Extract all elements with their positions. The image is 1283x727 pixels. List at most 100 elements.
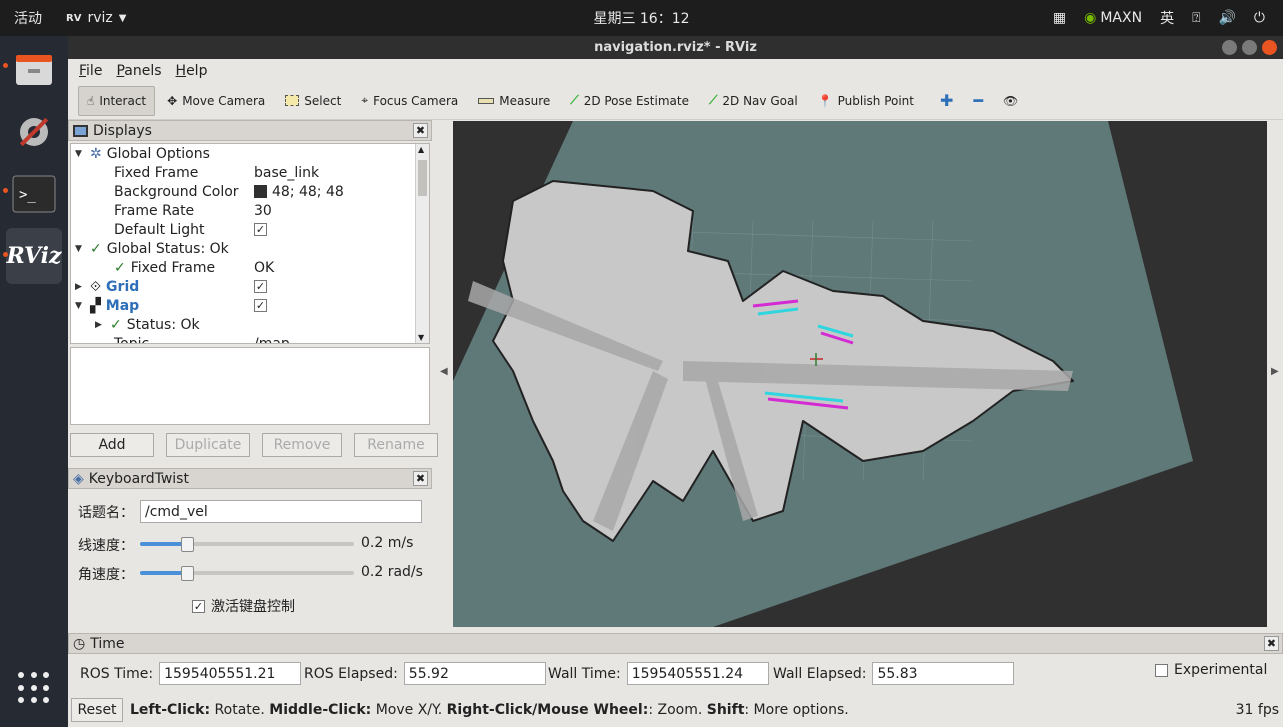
input-method[interactable]: 英	[1160, 8, 1174, 28]
close-panel-icon[interactable]: ✖	[1264, 636, 1279, 651]
tree-row-map[interactable]: ▼ ▞ Map ✓	[71, 296, 429, 315]
tool-publish-point[interactable]: 📍 Publish Point	[810, 86, 922, 116]
3d-viewport[interactable]	[453, 121, 1267, 627]
close-panel-icon[interactable]: ✖	[413, 123, 428, 138]
grid-tray-icon[interactable]: ▦	[1053, 10, 1066, 26]
help-desc: Move X/Y.	[371, 702, 447, 718]
wall-elapsed-field[interactable]: 55.83	[872, 662, 1015, 685]
expanded-arrow-icon[interactable]: ▼	[75, 244, 85, 254]
tree-row-default-light[interactable]: Default Light ✓	[71, 220, 429, 239]
experimental-checkbox[interactable]	[1155, 663, 1168, 677]
angular-speed-handle[interactable]	[181, 566, 195, 581]
tool-measure[interactable]: Measure	[470, 86, 558, 116]
tree-row-fixed-frame-status[interactable]: ✓ Fixed Frame OK	[71, 258, 429, 277]
menu-panels[interactable]: Panels	[116, 63, 161, 79]
reset-button[interactable]: Reset	[71, 698, 123, 722]
expanded-arrow-icon[interactable]: ▼	[75, 301, 85, 311]
power-icon[interactable]: ⏻	[1254, 10, 1265, 26]
help-key: Shift	[706, 702, 745, 718]
close-panel-icon[interactable]: ✖	[413, 471, 428, 486]
tree-row-background-color[interactable]: Background Color 48; 48; 48	[71, 182, 429, 201]
files-app-icon[interactable]	[6, 42, 62, 98]
displays-scrollbar[interactable]: ▲ ▼	[415, 144, 429, 343]
linear-speed-label: 线速度：	[78, 538, 134, 554]
duplicate-display-button[interactable]: Duplicate	[166, 433, 250, 457]
scroll-thumb[interactable]	[418, 160, 427, 196]
app-menu[interactable]: RV rviz ▼	[66, 10, 126, 26]
tool-2d-pose-estimate[interactable]: ⟋ 2D Pose Estimate	[562, 86, 697, 116]
topic-row: 话题名： /cmd_vel	[78, 500, 422, 523]
rviz-small-icon: RV	[66, 12, 82, 24]
color-swatch[interactable]	[254, 185, 267, 198]
rviz-app-icon[interactable]: RViz	[6, 228, 62, 284]
tree-row-map-status[interactable]: ▶ ✓ Status: Ok	[71, 315, 429, 334]
expanded-arrow-icon[interactable]: ▼	[75, 149, 85, 159]
tool-move-camera[interactable]: ✥ Move Camera	[159, 86, 273, 116]
window-titlebar[interactable]: navigation.rviz* - RViz	[68, 36, 1283, 59]
map-enabled-checkbox[interactable]: ✓	[254, 299, 267, 312]
tool-interact[interactable]: ☝ Interact	[78, 85, 156, 116]
add-tool-button[interactable]: ✚	[932, 86, 961, 116]
ruler-icon	[478, 97, 495, 104]
scroll-down-arrow-icon[interactable]: ▼	[418, 333, 424, 342]
collapsed-arrow-icon[interactable]: ▶	[75, 282, 85, 292]
collapsed-arrow-icon[interactable]: ▶	[95, 320, 105, 330]
tree-row-frame-rate[interactable]: Frame Rate 30	[71, 201, 429, 220]
tree-value[interactable]: 30	[254, 203, 272, 219]
collapse-left-arrow-icon[interactable]: ◀	[440, 366, 448, 377]
menu-help[interactable]: Help	[176, 63, 208, 79]
move-camera-icon: ✥	[167, 93, 178, 108]
wall-time-field[interactable]: 1595405551.24	[626, 662, 769, 685]
help-desc: Rotate.	[210, 702, 270, 718]
tree-label: Grid	[106, 278, 140, 295]
tool-label: Select	[304, 93, 342, 108]
tree-value[interactable]: /map	[254, 336, 290, 344]
activities-button[interactable]: 活动	[14, 8, 42, 28]
topic-input[interactable]: /cmd_vel	[140, 500, 422, 523]
wall-elapsed-row: Wall Elapsed: 55.83	[773, 662, 1015, 685]
linear-speed-fill	[140, 542, 188, 546]
collapse-right-arrow-icon[interactable]: ▶	[1271, 366, 1279, 377]
grid-enabled-checkbox[interactable]: ✓	[254, 280, 267, 293]
ros-elapsed-field[interactable]: 55.92	[403, 662, 546, 685]
activate-keyboard-checkbox[interactable]: ✓	[192, 599, 205, 613]
eye-icon: 👁	[1003, 93, 1019, 108]
scroll-up-arrow-icon[interactable]: ▲	[418, 145, 424, 154]
view-options-button[interactable]: 👁	[995, 86, 1026, 116]
fps-readout: 31 fps	[1235, 702, 1279, 718]
tree-row-fixed-frame[interactable]: Fixed Frame base_link	[71, 163, 429, 182]
tree-label: Frame Rate	[114, 202, 195, 219]
tray: ▦ ◉ MAXN 英 ⍰ 🔊 ⏻	[1053, 8, 1265, 28]
tree-row-global-options[interactable]: ▼ ✲ Global Options	[71, 144, 429, 163]
menu-bar: File Panels Help	[68, 59, 1283, 82]
remove-display-button[interactable]: Remove	[262, 433, 342, 457]
tree-row-global-status[interactable]: ▼ ✓ Global Status: Ok	[71, 239, 429, 258]
tool-focus-camera[interactable]: ⌖ Focus Camera	[353, 86, 466, 116]
menu-file[interactable]: File	[79, 63, 102, 79]
tree-row-grid[interactable]: ▶ ⟐ Grid ✓	[71, 277, 429, 296]
tree-value[interactable]: 48; 48; 48	[272, 184, 344, 200]
tool-select[interactable]: Select	[277, 86, 349, 116]
ros-time-field[interactable]: 1595405551.21	[159, 662, 302, 685]
terminal-app-icon[interactable]: >_	[6, 166, 62, 222]
tree-row-topic[interactable]: Topic /map	[71, 334, 429, 344]
remove-tool-button[interactable]: ━	[965, 86, 991, 116]
tree-label: Global Options	[106, 145, 210, 162]
minimize-button[interactable]	[1222, 40, 1237, 55]
diamond-icon: ◈	[73, 470, 84, 487]
volume-icon[interactable]: 🔊	[1218, 10, 1235, 26]
show-applications-icon[interactable]	[18, 672, 50, 704]
add-display-button[interactable]: Add	[70, 433, 154, 457]
settings-app-icon[interactable]	[6, 104, 62, 160]
nvidia-mode[interactable]: ◉ MAXN	[1084, 10, 1142, 26]
linear-speed-handle[interactable]	[181, 537, 195, 552]
rename-display-button[interactable]: Rename	[354, 433, 438, 457]
tool-2d-nav-goal[interactable]: ⟋ 2D Nav Goal	[701, 86, 806, 116]
tree-value[interactable]: base_link	[254, 165, 319, 181]
default-light-checkbox[interactable]: ✓	[254, 223, 267, 236]
network-question-icon[interactable]: ⍰	[1192, 10, 1200, 26]
close-button[interactable]	[1262, 40, 1277, 55]
tree-label: Background Color	[114, 183, 239, 200]
map-render[interactable]	[453, 121, 1267, 627]
maximize-button[interactable]	[1242, 40, 1257, 55]
